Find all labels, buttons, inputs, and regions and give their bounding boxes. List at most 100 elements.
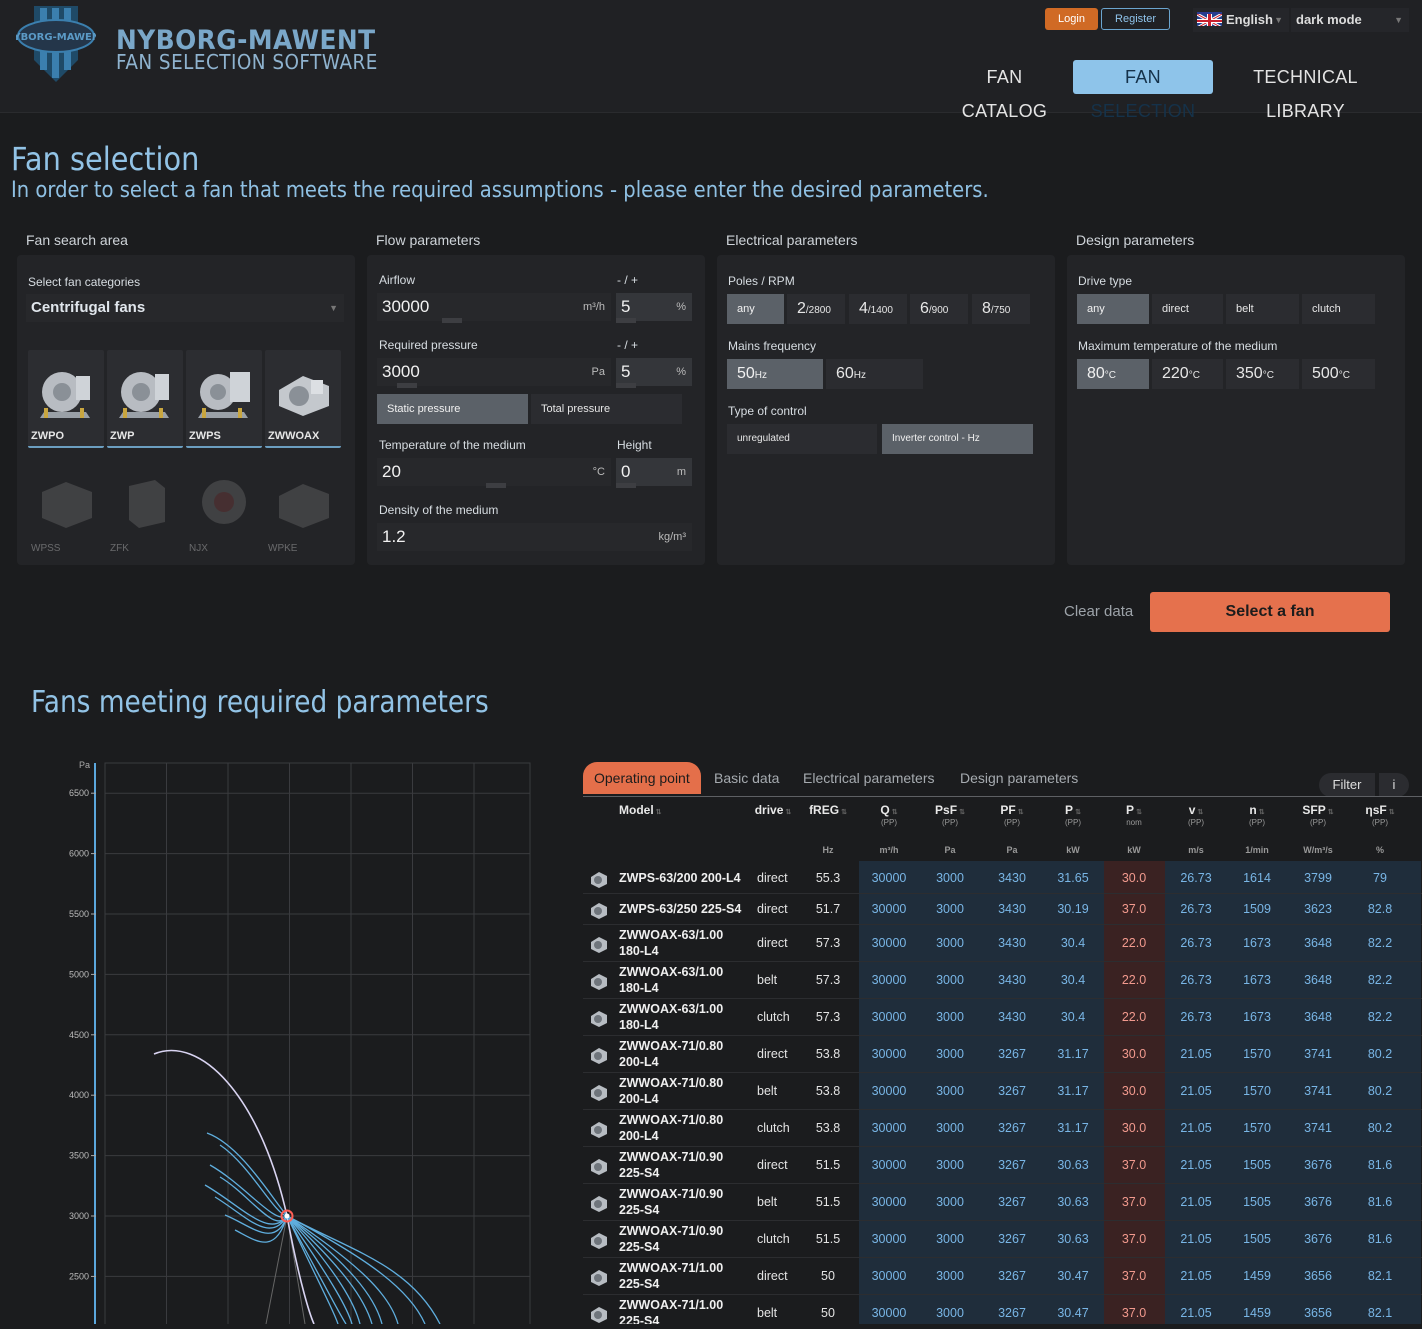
tab-operating-point[interactable]: Operating point xyxy=(583,762,701,794)
table-row[interactable]: ZWPS-63/250 225-S4 direct 51.7 30000 3000 343… xyxy=(583,894,1422,925)
pressure-input[interactable]: 3000 Pa xyxy=(377,358,611,388)
drive-direct-toggle[interactable]: direct xyxy=(1152,294,1223,324)
login-button[interactable]: Login xyxy=(1045,8,1098,30)
table-row[interactable]: ZWWOAX-71/0.90 225-S4 belt 51.5 30000 3000 32… xyxy=(583,1184,1422,1221)
column-header[interactable]: PsF ⇅ (PP) xyxy=(920,803,980,827)
sort-icon[interactable]: ⇅ xyxy=(1328,809,1334,816)
column-header[interactable]: ηsF ⇅ (PP) xyxy=(1350,803,1410,827)
temp-220-toggle[interactable]: 220°C xyxy=(1152,359,1223,389)
fan-name: ZWPO xyxy=(31,430,64,442)
airflow-tolerance-slider-handle[interactable] xyxy=(616,318,636,323)
sort-icon[interactable]: ⇅ xyxy=(1259,809,1265,816)
column-header[interactable]: P ⇅ nom xyxy=(1104,803,1164,827)
language-select[interactable]: English ▼ xyxy=(1193,8,1289,32)
temp-350-toggle[interactable]: 350°C xyxy=(1226,359,1299,389)
column-header[interactable]: SFP ⇅ (PP) xyxy=(1288,803,1348,827)
unregulated-toggle[interactable]: unregulated xyxy=(727,424,877,454)
filter-button[interactable]: Filter xyxy=(1319,773,1375,797)
sort-icon[interactable]: ⇅ xyxy=(959,809,965,816)
column-header[interactable]: fREG ⇅ xyxy=(808,803,848,817)
table-cell: 57.3 xyxy=(815,1010,841,1024)
register-button[interactable]: Register xyxy=(1101,8,1170,30)
temp-80-toggle[interactable]: 80°C xyxy=(1077,359,1149,389)
inverter-toggle[interactable]: Inverter control - Hz xyxy=(882,424,1033,454)
drive-any-toggle[interactable]: any xyxy=(1077,294,1149,324)
table-row[interactable]: ZWWOAX-71/0.80 200-L4 clutch 53.8 30000 3000… xyxy=(583,1110,1422,1147)
sort-icon[interactable]: ⇅ xyxy=(892,809,898,816)
column-header[interactable]: n ⇅ (PP) xyxy=(1227,803,1287,827)
table-cell: 3000 xyxy=(936,1306,964,1320)
height-slider-handle[interactable] xyxy=(616,483,636,488)
poles-2-toggle[interactable]: 2/2800 xyxy=(787,294,845,324)
column-header[interactable]: P ⇅ (PP) xyxy=(1043,803,1103,827)
drive-belt-toggle[interactable]: belt xyxy=(1226,294,1299,324)
pressure-slider-handle[interactable] xyxy=(397,383,417,388)
poles-6-toggle[interactable]: 6/900 xyxy=(910,294,968,324)
temperature-slider-handle[interactable] xyxy=(486,483,506,488)
temperature-input[interactable]: 20 °C xyxy=(377,458,611,488)
sort-icon[interactable]: ⇅ xyxy=(1389,809,1395,816)
fan-curve-chart[interactable]: Pa 2500 3000 3500 4000 4500 5000 5500 6000 6500 xyxy=(30,745,555,1329)
sort-icon[interactable]: ⇅ xyxy=(785,809,791,816)
fan-card-zwps[interactable]: ZWPS xyxy=(186,350,262,448)
select-fan-button[interactable]: Select a fan xyxy=(1150,592,1390,632)
company-logo[interactable]: NYBORG-MAWENT xyxy=(16,2,96,84)
column-header[interactable]: v ⇅ (PP) xyxy=(1166,803,1226,827)
airflow-tolerance-input[interactable]: 5 % xyxy=(616,293,692,323)
tab-basic-data[interactable]: Basic data xyxy=(714,762,779,794)
table-row[interactable]: ZWWOAX-71/0.80 200-L4 direct 53.8 30000 3000… xyxy=(583,1036,1422,1073)
table-row[interactable]: ZWWOAX-63/1.00 180-L4 direct 57.3 30000 3000… xyxy=(583,925,1422,962)
electrical-panel: Poles / RPM any 2/2800 4/1400 6/900 8/75… xyxy=(717,255,1055,565)
freq-50-toggle[interactable]: 50Hz xyxy=(727,359,823,389)
height-input[interactable]: 0 m xyxy=(616,458,692,488)
table-row[interactable]: ZWWOAX-71/0.90 225-S4 direct 51.5 30000 3000… xyxy=(583,1147,1422,1184)
pressure-tolerance-input[interactable]: 5 % xyxy=(616,358,692,388)
table-row[interactable]: ZWWOAX-71/0.80 200-L4 belt 53.8 30000 3000 32… xyxy=(583,1073,1422,1110)
y-tick-label: 3500 xyxy=(69,1151,89,1161)
drive-clutch-toggle[interactable]: clutch xyxy=(1302,294,1375,324)
tab-design-parameters[interactable]: Design parameters xyxy=(960,762,1078,794)
total-pressure-toggle[interactable]: Total pressure xyxy=(531,394,682,424)
info-button[interactable]: i xyxy=(1379,773,1409,797)
nav-fan-catalog[interactable]: FAN CATALOG xyxy=(948,60,1061,121)
table-cell: 30000 xyxy=(871,1047,907,1061)
sort-icon[interactable]: ⇅ xyxy=(1018,809,1024,816)
column-header[interactable]: drive ⇅ xyxy=(753,803,793,817)
fan-card-zwp[interactable]: ZWP xyxy=(107,350,183,448)
column-header[interactable]: PF ⇅ (PP) xyxy=(982,803,1042,827)
theme-select[interactable]: dark mode ▼ xyxy=(1291,8,1409,32)
pressure-tolerance-slider-handle[interactable] xyxy=(616,383,636,388)
column-header[interactable]: Q ⇅ (PP) xyxy=(859,803,919,827)
freq-60-toggle[interactable]: 60Hz xyxy=(826,359,923,389)
airflow-input[interactable]: 30000 m³/h xyxy=(377,293,611,323)
table-row[interactable]: ZWWOAX-71/1.00 225-S4 belt 50 30000 3000 3267… xyxy=(583,1295,1422,1324)
airflow-slider-handle[interactable] xyxy=(442,318,462,323)
table-row[interactable]: ZWWOAX-71/1.00 225-S4 direct 50 30000 3000 32… xyxy=(583,1258,1422,1295)
static-pressure-toggle[interactable]: Static pressure xyxy=(377,394,528,424)
sort-icon[interactable]: ⇅ xyxy=(1197,809,1203,816)
temp-500-toggle[interactable]: 500°C xyxy=(1302,359,1375,389)
poles-any-toggle[interactable]: any xyxy=(727,294,784,324)
clear-data-button[interactable]: Clear data xyxy=(1064,603,1133,620)
height-label: Height xyxy=(617,438,652,452)
nav-fan-selection[interactable]: FAN SELECTION xyxy=(1073,60,1213,121)
sort-icon[interactable]: ⇅ xyxy=(1075,809,1081,816)
y-tick-label: 5000 xyxy=(69,969,89,979)
poles-4-toggle[interactable]: 4/1400 xyxy=(849,294,907,324)
sort-icon[interactable]: ⇅ xyxy=(1136,809,1142,816)
poles-8-toggle[interactable]: 8/750 xyxy=(972,294,1030,324)
category-select[interactable]: Centrifugal fans ▼ xyxy=(26,294,344,322)
nav-technical-library[interactable]: TECHNICAL LIBRARY xyxy=(1224,60,1387,121)
density-input[interactable]: 1.2 kg/m³ xyxy=(377,523,692,551)
fan-card-zwwoax[interactable]: ZWWOAX xyxy=(265,350,341,448)
table-row[interactable]: ZWWOAX-63/1.00 180-L4 belt 57.3 30000 3000 34… xyxy=(583,962,1422,999)
table-row[interactable]: ZWWOAX-63/1.00 180-L4 clutch 57.3 30000 3000… xyxy=(583,999,1422,1036)
column-header[interactable]: Model ⇅ xyxy=(619,803,749,817)
sort-icon[interactable]: ⇅ xyxy=(656,809,662,816)
table-row[interactable]: ZWWOAX-71/0.90 225-S4 clutch 51.5 30000 3000… xyxy=(583,1221,1422,1258)
tab-electrical-parameters[interactable]: Electrical parameters xyxy=(803,762,935,794)
fan-card-zwpo[interactable]: ZWPO xyxy=(28,350,104,448)
table-cell: 3656 xyxy=(1304,1269,1332,1283)
table-row[interactable]: ZWPS-63/200 200-L4 direct 55.3 30000 3000 343… xyxy=(583,863,1422,894)
sort-icon[interactable]: ⇅ xyxy=(841,809,847,816)
